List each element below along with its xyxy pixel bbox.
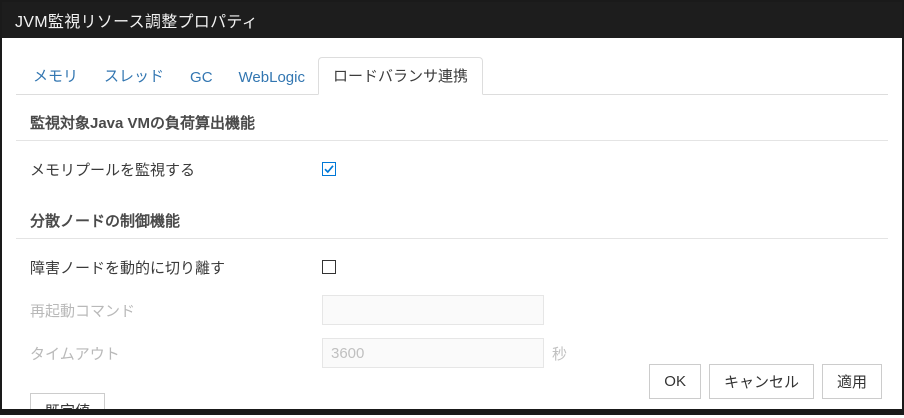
restart-command-input [322,295,544,325]
dialog-footer: OK キャンセル 適用 [641,364,882,399]
section-heading-text: 分散ノードの制御機能 [30,213,180,230]
field-row-restart-command: 再起動コマンド [16,295,888,325]
ok-button[interactable]: OK [649,364,701,399]
tab-memory[interactable]: メモリ [16,57,91,94]
tab-gc[interactable]: GC [177,61,226,94]
cancel-button[interactable]: キャンセル [709,364,814,399]
field-row-monitor-memory-pool: メモリプールを監視する [16,154,888,184]
timeout-unit-label: 秒 [552,343,567,364]
tab-bar: メモリ スレッド GC WebLogic ロードバランサ連携 [16,57,888,95]
tab-weblogic[interactable]: WebLogic [226,61,318,94]
dialog-titlebar: JVM監視リソース調整プロパティ [2,2,902,38]
disconnect-failure-node-label: 障害ノードを動的に切り離す [30,257,322,278]
timeout-input [322,338,544,368]
dialog-window: JVM監視リソース調整プロパティ メモリ スレッド GC WebLogic ロー… [0,0,904,415]
field-row-disconnect-failure-node: 障害ノードを動的に切り離す [16,252,888,282]
tab-thread[interactable]: スレッド [91,57,177,94]
apply-button[interactable]: 適用 [822,364,882,399]
tab-load-balancer[interactable]: ロードバランサ連携 [318,57,483,95]
dialog-title: JVM監視リソース調整プロパティ [15,8,258,32]
checkmark-icon [323,163,335,175]
restart-command-label: 再起動コマンド [30,300,322,321]
default-values-button[interactable]: 既定値 [30,393,105,415]
section-heading-load-calculation: 監視対象Java VMの負荷算出機能 [16,99,888,141]
monitor-memory-pool-checkbox[interactable] [322,162,336,176]
section-heading-distributed-node-control: 分散ノードの制御機能 [16,197,888,239]
monitor-memory-pool-label: メモリプールを監視する [30,159,322,180]
section-heading-text: 監視対象Java VMの負荷算出機能 [30,115,255,132]
disconnect-failure-node-checkbox[interactable] [322,260,336,274]
timeout-label: タイムアウト [30,343,322,364]
